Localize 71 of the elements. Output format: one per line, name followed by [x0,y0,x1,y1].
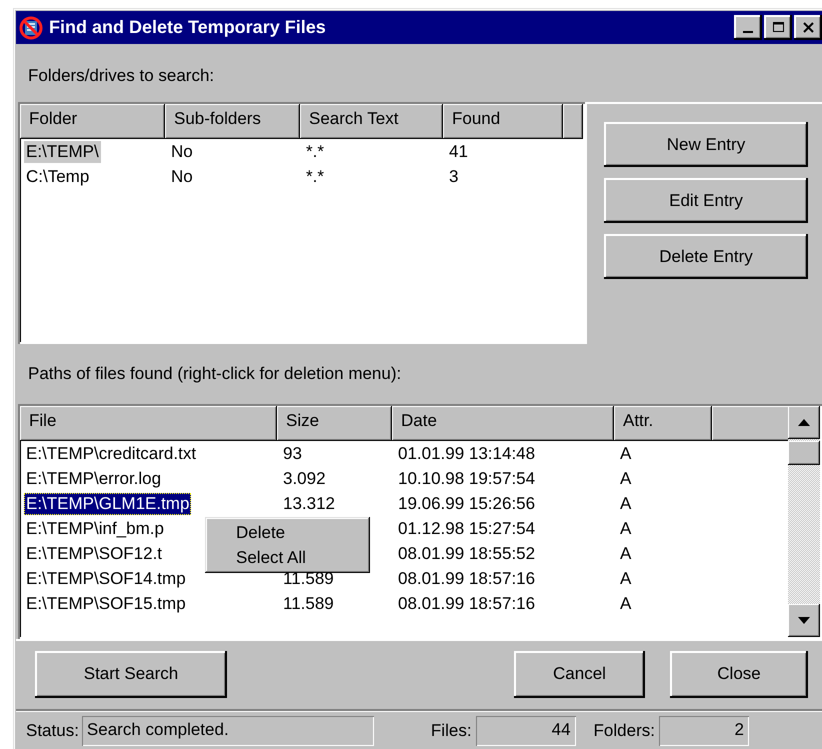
menu-item[interactable]: Select All [208,545,367,570]
column-header[interactable]: Attr. [614,406,712,441]
column-header[interactable]: Date [392,406,614,441]
maximize-button[interactable] [764,15,792,40]
table-cell-text: A [619,568,632,590]
table-cell-text: 08.01.99 18:55:52 [397,542,536,564]
table-cell-text: 93 [282,442,303,464]
entry-button[interactable]: New Entry [604,122,808,167]
up-arrow-icon [798,419,810,426]
files-label: Files: [430,721,472,741]
table-cell-text: *.* [305,140,325,162]
down-arrow-icon [798,617,810,624]
file-path[interactable]: E:\TEMP\SOF15.tmp [24,592,188,614]
table-cell-text: 19.06.99 15:26:56 [397,492,536,514]
column-header[interactable]: Size [277,406,392,441]
file-path[interactable]: E:\TEMP\creditcard.txt [24,442,198,464]
file-path[interactable]: E:\TEMP\SOF14.tmp [24,568,188,590]
table-cell-text: 3.092 [282,468,327,490]
maximize-icon [770,20,786,35]
status-text: Search completed. [82,716,374,746]
status-label: Status: [26,721,79,741]
action-button[interactable]: Start Search [35,650,227,698]
files-count: 44 [476,716,576,746]
table-cell-text: A [619,468,632,490]
folders-label: Folders: [594,721,655,741]
scroll-down-button[interactable] [788,604,820,637]
table-cell-text: A [619,492,632,514]
file-path[interactable]: E:\TEMP\error.log [24,468,164,490]
table-cell-text: 08.01.99 18:57:16 [397,568,536,590]
menu-item[interactable]: Delete [208,520,367,545]
no-entry-icon [19,16,43,40]
scroll-up-button[interactable] [788,406,820,439]
folder-path[interactable]: E:\TEMP\ [24,140,101,162]
column-header[interactable]: Search Text [300,104,443,139]
table-cell-text: 01.01.99 13:14:48 [397,442,536,464]
table-cell-text: 08.01.99 18:57:16 [397,592,536,614]
close-icon [800,20,816,35]
close-button[interactable] [794,15,822,40]
entry-button[interactable]: Delete Entry [604,234,808,279]
minimize-button[interactable] [734,15,762,40]
table-cell-text: A [619,542,632,564]
minimize-icon [743,31,753,33]
column-header[interactable]: Sub-folders [165,104,300,139]
column-header[interactable]: Folder [20,104,165,139]
table-cell-text: 11.589 [282,592,335,614]
section-label: Paths of files found (right-click for deletion menu): [27,363,402,384]
action-button[interactable]: Close [670,650,808,698]
file-path[interactable]: E:\TEMP\GLM1E.tmp [24,492,192,514]
table-cell-text: 10.10.98 19:57:54 [397,468,536,490]
table-cell-text: No [170,166,194,188]
folders-count: 2 [658,716,749,746]
action-button[interactable]: Cancel [514,650,645,698]
file-path[interactable]: E:\TEMP\SOF12.t [24,542,164,564]
table-cell-text: 01.12.98 15:27:54 [397,518,536,540]
table-cell-text: *.* [305,166,325,188]
table-cell-text: No [170,140,194,162]
table-cell-text: A [619,442,632,464]
column-header[interactable]: Found [443,104,563,139]
table-cell-text: A [619,592,632,614]
column-header-filler [563,104,583,139]
table-cell-text: 3 [448,166,460,188]
column-header[interactable]: File [20,406,277,441]
folder-path[interactable]: C:\Temp [24,166,92,188]
table-cell-text: 41 [448,140,469,162]
table-cell-text: A [619,518,632,540]
section-label: Folders/drives to search: [27,65,216,84]
file-path[interactable]: E:\TEMP\inf_bm.p [24,518,166,540]
scroll-thumb[interactable] [788,441,820,465]
entry-button[interactable]: Edit Entry [604,178,808,223]
window-title: Find and Delete Temporary Files [49,17,327,38]
table-cell-text: 13.312 [282,492,336,514]
